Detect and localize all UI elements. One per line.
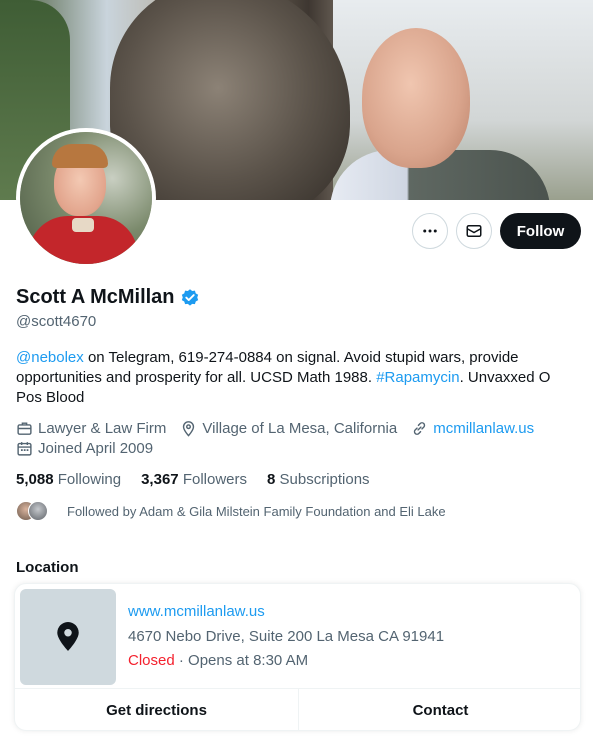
subscriptions-link[interactable]: 8 Subscriptions [267, 471, 370, 488]
briefcase-icon [17, 422, 32, 435]
profile-name-row: Scott A McMillan [16, 286, 200, 309]
verified-badge-icon[interactable] [180, 288, 200, 308]
opening-time: · Opens at 8:30 AM [174, 652, 309, 669]
link-icon [414, 422, 426, 435]
profile-website[interactable]: mcmillanlaw.us [411, 420, 534, 437]
profile-bio: @nebolex on Telegram, 619-274-0884 on si… [16, 348, 576, 408]
location-card: www.mcmillanlaw.us 4670 Nebo Drive, Suit… [14, 583, 581, 731]
followed-by-text: Followed by Adam & Gila Milstein Family … [67, 503, 446, 519]
following-link[interactable]: 5,088 Following [16, 471, 121, 488]
more-horizontal-icon [423, 229, 437, 233]
follow-button[interactable]: Follow [500, 213, 581, 249]
banner-man-head [362, 28, 470, 168]
followed-by-row[interactable]: Followed by Adam & Gila Milstein Family … [16, 501, 446, 521]
profile-joined-row: Joined April 2009 [16, 440, 167, 457]
calendar-icon [17, 442, 32, 456]
contact-button[interactable]: Contact [298, 689, 580, 730]
more-button[interactable] [412, 213, 448, 249]
profile-stats: 5,088 Following 3,367 Followers 8 Subscr… [16, 471, 390, 488]
bio-mention-link[interactable]: @nebolex [16, 349, 84, 366]
bio-hashtag-link[interactable]: #Rapamycin [376, 369, 459, 386]
profile-joined: Joined April 2009 [16, 440, 153, 457]
profile-meta: Lawyer & Law Firm Village of La Mesa, Ca… [16, 420, 548, 437]
location-website-link[interactable]: www.mcmillanlaw.us [128, 603, 265, 620]
message-button[interactable] [456, 213, 492, 249]
profile-name: Scott A McMillan [16, 286, 175, 308]
profile-handle: @scott4670 [16, 313, 97, 330]
mail-icon [466, 225, 482, 237]
profile-location: Village of La Mesa, California [180, 420, 397, 437]
get-directions-button[interactable]: Get directions [15, 689, 298, 730]
location-pin-icon [183, 421, 195, 437]
website-link[interactable]: mcmillanlaw.us [433, 420, 534, 437]
location-actions: Get directions Contact [15, 688, 580, 730]
followers-link[interactable]: 3,367 Followers [141, 471, 247, 488]
map-pin-icon [57, 622, 79, 651]
location-address: 4670 Nebo Drive, Suite 200 La Mesa CA 91… [128, 628, 445, 645]
location-hours: Closed · Opens at 8:30 AM [128, 652, 308, 669]
map-thumbnail[interactable] [20, 589, 116, 685]
profile-category: Lawyer & Law Firm [16, 420, 166, 437]
follower-avatar [28, 501, 48, 521]
location-section-title: Location [16, 559, 79, 576]
open-status: Closed [128, 652, 175, 669]
profile-avatar[interactable] [16, 128, 156, 268]
